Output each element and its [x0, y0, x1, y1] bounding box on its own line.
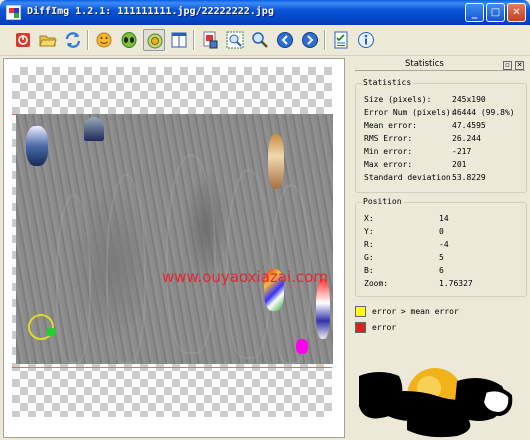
- position-group: Position X: 14 Y: 0 R: -4 G: 5 B: 6 Zoom: 1.76…: [355, 197, 527, 297]
- dock-title: Statistics: [405, 59, 444, 69]
- difference-image: [16, 114, 333, 364]
- info-icon: [358, 32, 374, 48]
- alien-button[interactable]: [118, 29, 140, 51]
- statistics-group: Statistics Size (pixels): 245x190 Error N…: [355, 78, 527, 193]
- dock-float-button[interactable]: ▫: [503, 61, 512, 70]
- maximize-button[interactable]: □: [486, 3, 505, 22]
- save-mask-icon: [203, 31, 218, 49]
- diff-view-button[interactable]: [143, 29, 165, 51]
- legend-swatch-red: [355, 322, 366, 333]
- close-button[interactable]: ✕: [507, 3, 526, 22]
- next-icon: [302, 32, 318, 48]
- app-icon: [6, 5, 21, 20]
- previous-button[interactable]: [274, 29, 296, 51]
- title-bar: DiffImg 1.2.1: 111111111.jpg/22222222.jp…: [0, 0, 530, 25]
- toolbar: [0, 25, 530, 56]
- quit-button[interactable]: [12, 29, 34, 51]
- redaction-scribble: [359, 368, 513, 438]
- preferences-icon: [334, 31, 348, 49]
- image-bottom-boundary: [12, 367, 332, 368]
- zoom-button[interactable]: [249, 29, 271, 51]
- zoom-icon: [252, 32, 268, 48]
- statistics-dock: Statistics ▫ ✕ Statistics Size (pixels):…: [347, 56, 530, 440]
- refresh-icon: [65, 32, 81, 48]
- legend-swatch-yellow: [355, 306, 366, 317]
- fit-zoom-button[interactable]: [224, 29, 246, 51]
- smiley-button[interactable]: [93, 29, 115, 51]
- image-view[interactable]: www.ouyaoxiazai.com: [3, 58, 345, 438]
- open-button[interactable]: [37, 29, 59, 51]
- dual-panel-button[interactable]: [168, 29, 190, 51]
- window-title: DiffImg 1.2.1: 111111111.jpg/22222222.jp…: [27, 6, 274, 17]
- minimize-button[interactable]: _: [465, 3, 484, 22]
- preferences-button[interactable]: [330, 29, 352, 51]
- alien-icon: [121, 32, 137, 48]
- save-mask-button[interactable]: [199, 29, 221, 51]
- dock-title-bar: Statistics ▫ ✕: [355, 59, 525, 71]
- dock-close-button[interactable]: ✕: [515, 61, 524, 70]
- smiley-icon: [96, 32, 112, 48]
- open-folder-icon: [39, 35, 57, 47]
- toolbar-separator: [193, 30, 195, 50]
- quit-icon: [16, 33, 30, 47]
- statistics-group-title: Statistics: [361, 78, 414, 87]
- toolbar-separator: [324, 30, 326, 50]
- watermark-text: www.ouyaoxiazai.com: [162, 268, 328, 286]
- info-button[interactable]: [355, 29, 377, 51]
- next-button[interactable]: [299, 29, 321, 51]
- refresh-button[interactable]: [62, 29, 84, 51]
- diff-view-icon: [147, 33, 163, 49]
- toolbar-separator: [87, 30, 89, 50]
- fit-zoom-icon: [226, 31, 244, 49]
- position-group-title: Position: [361, 197, 404, 206]
- previous-icon: [277, 32, 293, 48]
- dual-panel-icon: [171, 32, 187, 48]
